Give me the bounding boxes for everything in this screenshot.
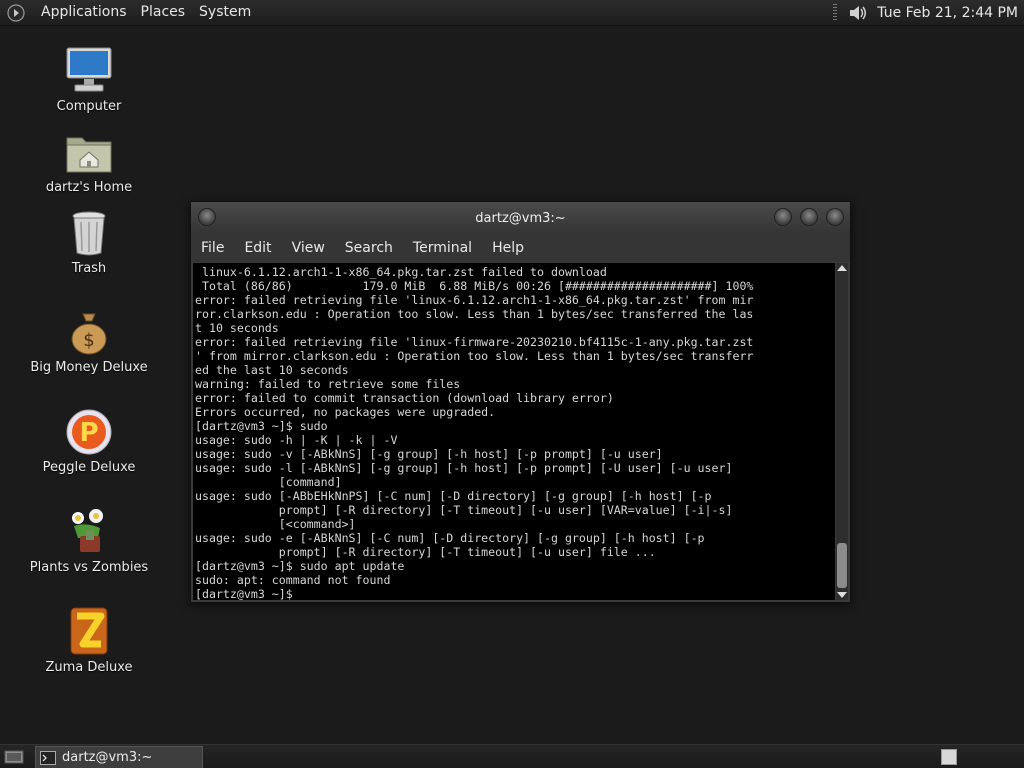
taskbar-item-label: dartz@vm3:~ [62, 750, 153, 765]
applications-menu[interactable]: Applications [34, 0, 134, 25]
terminal-line: error: failed retrieving file 'linux-6.1… [195, 293, 754, 307]
terminal-line: [command] [195, 475, 342, 489]
peggle-icon: P [64, 406, 114, 456]
desktop-icon-home[interactable]: dartz's Home [29, 126, 149, 195]
top-panel: Applications Places System Tue Feb 21, 2… [0, 0, 1024, 26]
desktop-icon-peggle[interactable]: P Peggle Deluxe [29, 406, 149, 475]
terminal-line: error: failed retrieving file 'linux-fir… [195, 335, 754, 349]
scroll-down-arrow-icon[interactable] [837, 592, 847, 598]
money-bag-icon: $ [64, 306, 114, 356]
desktop-icon-label: Computer [56, 99, 122, 114]
terminal-line: error: failed to commit transaction (dow… [195, 391, 614, 405]
terminal-line: Total (86/86) 179.0 MiB 6.88 MiB/s 00:26… [195, 279, 754, 293]
terminal-titlebar[interactable]: dartz@vm3:~ [191, 202, 850, 234]
terminal-line: [dartz@vm3 ~]$ sudo apt update [195, 559, 405, 573]
scroll-up-arrow-icon[interactable] [837, 265, 847, 271]
menu-terminal[interactable]: Terminal [403, 234, 482, 262]
terminal-line: usage: sudo -h | -K | -k | -V [195, 433, 398, 447]
window-menu-icon[interactable] [198, 208, 216, 226]
desktop-icon-label: Trash [71, 261, 107, 276]
desktop-icon-label: Big Money Deluxe [30, 360, 148, 375]
terminal-window[interactable]: dartz@vm3:~ File Edit View Search Termin… [190, 201, 851, 603]
menu-edit[interactable]: Edit [234, 234, 281, 262]
clock[interactable]: Tue Feb 21, 2:44 PM [877, 5, 1018, 21]
terminal-line: [dartz@vm3 ~]$ [195, 587, 300, 600]
scrollbar-thumb[interactable] [837, 543, 847, 588]
desktop-icon-zuma[interactable]: Zuma Deluxe [29, 606, 149, 675]
terminal-line: [<command>] [195, 517, 356, 531]
terminal-line: linux-6.1.12.arch1-1-x86_64.pkg.tar.zst … [195, 265, 607, 279]
terminal-line: warning: failed to retrieve some files [195, 377, 461, 391]
desktop-icon-plants-vs-zombies[interactable]: Plants vs Zombies [29, 506, 149, 575]
menu-help[interactable]: Help [482, 234, 534, 262]
panel-grip-handle[interactable] [833, 3, 838, 22]
terminal-line: usage: sudo -e [-ABkNnS] [-C num] [-D di… [195, 531, 705, 545]
terminal-icon [40, 750, 56, 765]
terminal-line: ' from mirror.clarkson.edu : Operation t… [195, 349, 754, 363]
terminal-line: usage: sudo [-ABbEHkNnPS] [-C num] [-D d… [195, 489, 712, 503]
terminal-line: t 10 seconds [195, 321, 279, 335]
places-menu[interactable]: Places [134, 0, 193, 25]
menu-file[interactable]: File [191, 234, 234, 262]
menu-view[interactable]: View [282, 234, 335, 262]
show-desktop-icon[interactable] [3, 748, 25, 766]
terminal-scrollbar[interactable] [836, 263, 848, 600]
desktop-icon-label: dartz's Home [45, 180, 133, 195]
svg-text:P: P [79, 418, 98, 448]
terminal-title: dartz@vm3:~ [475, 210, 566, 226]
volume-icon[interactable] [847, 2, 869, 24]
terminal-line: sudo: apt: command not found [195, 573, 391, 587]
workspace-switcher[interactable] [941, 749, 957, 765]
zuma-icon [64, 606, 114, 656]
desktop-icon-computer[interactable]: Computer [29, 45, 149, 114]
desktop-icon-label: Zuma Deluxe [45, 660, 133, 675]
terminal-line: ror.clarkson.edu : Operation too slow. L… [195, 307, 754, 321]
taskbar-terminal-button[interactable]: dartz@vm3:~ [35, 746, 203, 768]
plants-vs-zombies-icon [64, 506, 114, 556]
maximize-button[interactable] [800, 208, 818, 226]
terminal-output-text: linux-6.1.12.arch1-1-x86_64.pkg.tar.zst … [193, 263, 835, 600]
terminal-line: Errors occurred, no packages were upgrad… [195, 405, 496, 419]
desktop-icon-label: Peggle Deluxe [42, 460, 136, 475]
terminal-menubar: File Edit View Search Terminal Help [191, 234, 850, 262]
terminal-line: usage: sudo -l [-ABkNnS] [-g group] [-h … [195, 461, 733, 475]
terminal-line: prompt] [-R directory] [-T timeout] [-u … [195, 503, 733, 517]
desktop-icon-label: Plants vs Zombies [29, 560, 149, 575]
terminal-line: [dartz@vm3 ~]$ sudo [195, 419, 328, 433]
main-menu-logo-icon[interactable] [6, 3, 26, 23]
desktop-icon-big-money[interactable]: $ Big Money Deluxe [29, 306, 149, 375]
terminal-line: ed the last 10 seconds [195, 363, 349, 377]
trash-icon [64, 207, 114, 257]
terminal-line: usage: sudo -v [-ABkNnS] [-g group] [-h … [195, 447, 663, 461]
minimize-button[interactable] [774, 208, 792, 226]
home-folder-icon [64, 126, 114, 176]
system-menu[interactable]: System [192, 0, 258, 25]
computer-icon [64, 45, 114, 95]
menu-search[interactable]: Search [335, 234, 403, 262]
terminal-output-area[interactable]: linux-6.1.12.arch1-1-x86_64.pkg.tar.zst … [193, 263, 835, 600]
desktop-icon-trash[interactable]: Trash [29, 207, 149, 276]
terminal-line: prompt] [-R directory] [-T timeout] [-u … [195, 545, 656, 559]
bottom-panel: dartz@vm3:~ [0, 744, 1024, 768]
svg-text:$: $ [83, 330, 94, 351]
close-button[interactable] [826, 208, 844, 226]
